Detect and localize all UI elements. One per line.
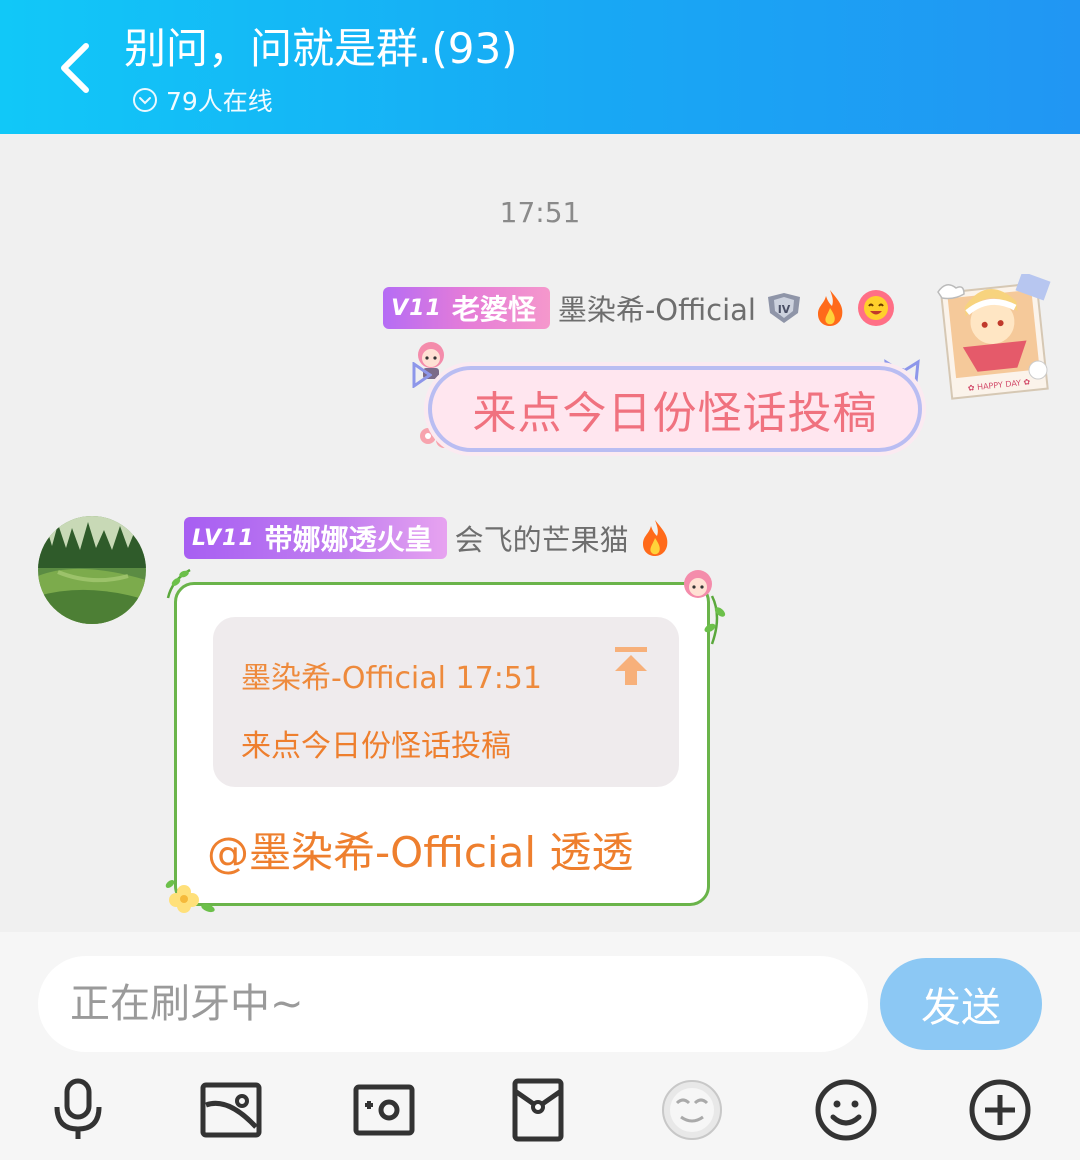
message-text: @墨染希-Official 透透 (207, 828, 634, 877)
yellow-flower-icon (162, 874, 222, 920)
play-triangle-icon (412, 361, 433, 389)
message-text: 来点今日份怪话投稿 (472, 388, 878, 439)
avatar-left[interactable] (38, 516, 146, 624)
emoji-icon[interactable] (808, 1072, 884, 1148)
chevron-left-icon (61, 43, 89, 93)
message-input[interactable] (38, 956, 868, 1052)
sender-nickname[interactable]: 会飞的芒果猫 (455, 517, 629, 559)
image-icon[interactable] (193, 1072, 269, 1148)
member-title-badge[interactable]: LV11 带娜娜透火皇 (184, 517, 447, 559)
member-title-badge[interactable]: V11 老婆怪 (383, 287, 550, 329)
quoted-message[interactable]: 墨染希-Official 17:51 来点今日份怪话投稿 (213, 617, 679, 787)
quoted-message-text: 来点今日份怪话投稿 (241, 729, 511, 764)
fire-icon (812, 288, 848, 328)
input-toolbar (0, 1072, 1080, 1148)
camera-icon[interactable] (346, 1072, 422, 1148)
vine-leaf-icon (164, 566, 194, 600)
red-packet-icon[interactable] (500, 1072, 576, 1148)
chat-header: 别问，问就是群.(93) 79人在线 (0, 0, 1080, 134)
avatar-right[interactable]: ✿ HAPPY DAY ✿ (934, 271, 1052, 400)
sticker-girl-icon (676, 566, 730, 646)
sender-nickname[interactable]: 墨染希-Official (558, 287, 756, 329)
online-count[interactable]: 79人在线 (132, 84, 273, 116)
plus-icon[interactable] (962, 1072, 1038, 1148)
message-timestamp: 17:51 (499, 196, 581, 229)
member-title: 老婆怪 (451, 293, 536, 326)
jump-to-quote-icon[interactable] (611, 645, 651, 689)
microphone-icon[interactable] (40, 1072, 116, 1148)
sender-info-right: V11 老婆怪 墨染希-Official IV (383, 286, 896, 330)
member-level: LV11 (192, 525, 255, 551)
member-level: V11 (391, 295, 442, 321)
message-bubble-left[interactable]: 墨染希-Official 17:51 来点今日份怪话投稿 @墨染希-Offici… (174, 582, 710, 906)
back-button[interactable] (48, 36, 104, 100)
quoted-message-header: 墨染希-Official 17:51 (241, 661, 542, 696)
sticker-face-icon[interactable] (654, 1072, 730, 1148)
sender-info-left: LV11 带娜娜透火皇 会飞的芒果猫 (184, 517, 673, 559)
send-button[interactable]: 发送 (880, 958, 1042, 1050)
member-title: 带娜娜透火皇 (264, 523, 433, 556)
flower-face-icon (856, 288, 896, 328)
input-bar: 发送 (0, 932, 1080, 1160)
svg-text:IV: IV (778, 303, 791, 316)
group-title[interactable]: 别问，问就是群.(93) (124, 22, 518, 76)
message-list[interactable]: 17:51 V11 老婆怪 墨染希-Official IV ✿ HAPPY DA… (0, 134, 1080, 932)
online-count-label: 79人在线 (166, 87, 273, 116)
fire-icon (637, 518, 673, 558)
message-input-container[interactable] (38, 956, 868, 1052)
chevron-down-circle-icon (133, 88, 157, 112)
shield-rank-icon: IV (764, 291, 804, 325)
message-bubble-right[interactable]: 来点今日份怪话投稿 (428, 366, 922, 452)
